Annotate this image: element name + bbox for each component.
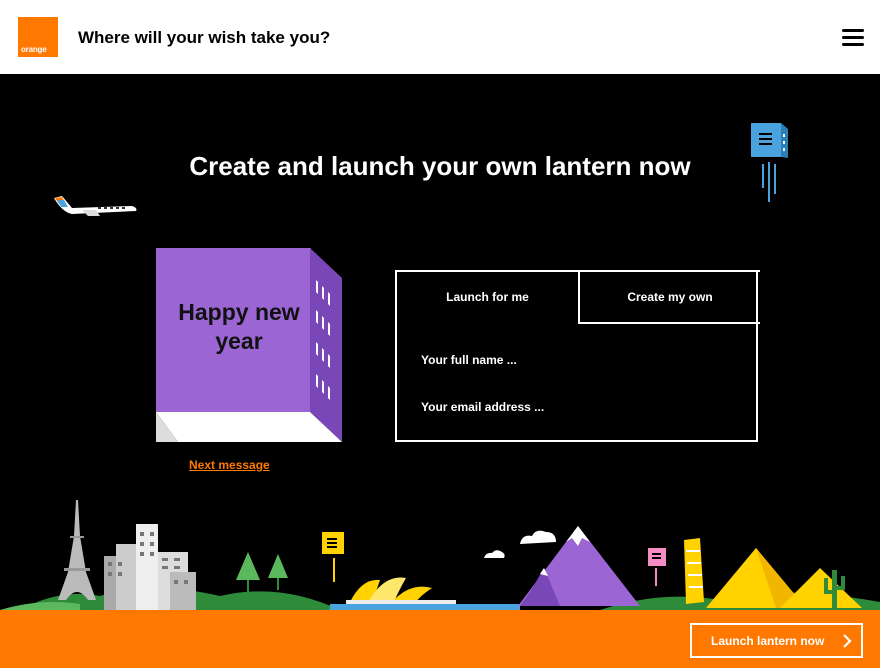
launch-lantern-button[interactable]: Launch lantern now bbox=[690, 623, 863, 658]
header-title: Where will your wish take you? bbox=[78, 28, 331, 47]
airplane-icon bbox=[54, 196, 137, 216]
next-message-link[interactable]: Next message bbox=[189, 458, 270, 472]
footer-bar: Launch lantern now bbox=[0, 610, 880, 668]
floating-lantern-icon bbox=[751, 123, 788, 202]
tab-create-my-own[interactable]: Create my own bbox=[578, 270, 760, 324]
full-name-input[interactable] bbox=[421, 350, 721, 370]
chevron-right-icon bbox=[843, 634, 852, 648]
main-stage: Create and launch your own lantern now H… bbox=[0, 74, 880, 610]
lantern-message: Happy new year bbox=[178, 299, 300, 354]
top-header: orange Where will your wish take you? bbox=[0, 0, 880, 74]
hero-title: Create and launch your own lantern now bbox=[189, 151, 691, 181]
hamburger-menu-icon[interactable] bbox=[842, 29, 864, 47]
lantern-form: Launch for me Create my own bbox=[395, 270, 760, 442]
logo-text: orange bbox=[21, 45, 47, 54]
email-input[interactable] bbox=[421, 397, 721, 417]
tab-launch-for-me[interactable]: Launch for me bbox=[397, 272, 578, 322]
launch-lantern-label: Launch lantern now bbox=[711, 634, 825, 648]
orange-logo[interactable]: orange bbox=[18, 17, 58, 57]
lantern-card: Happy new year bbox=[155, 248, 343, 442]
world-landmarks-illustration bbox=[0, 500, 880, 610]
